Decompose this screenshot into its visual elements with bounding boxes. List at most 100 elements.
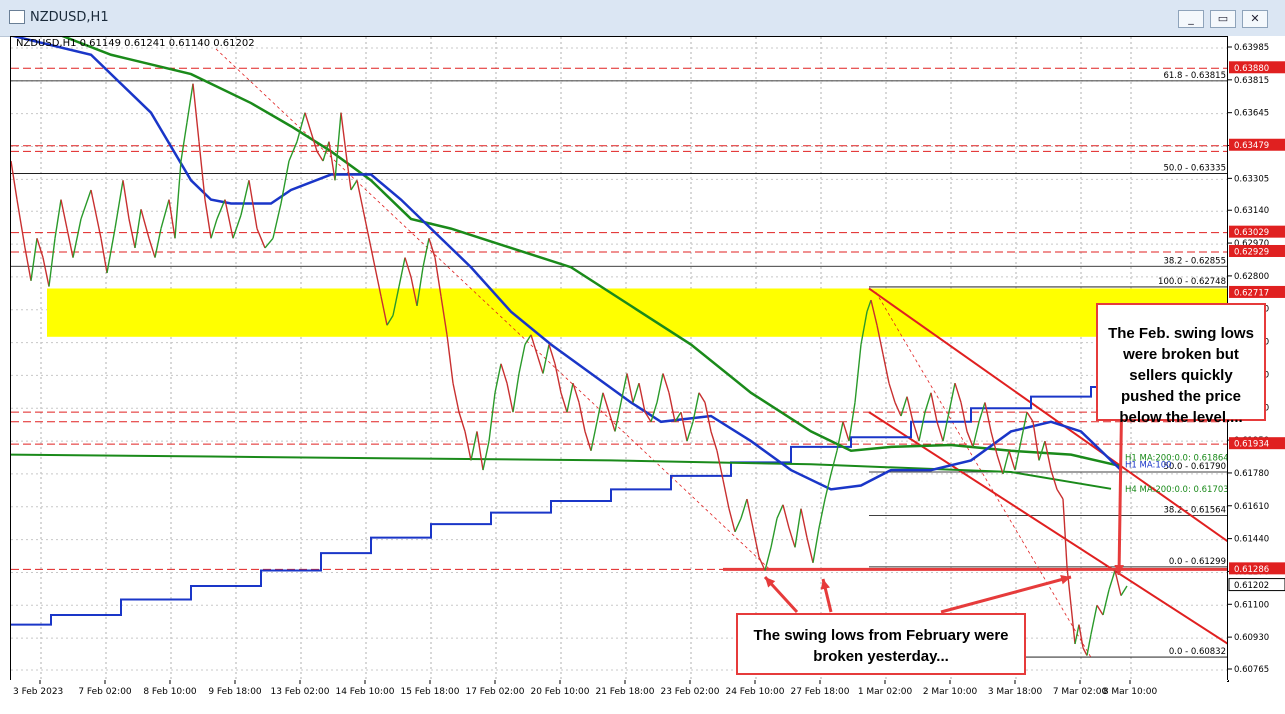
callout-line: The Feb. swing lows [1108, 325, 1254, 342]
price-segment [280, 160, 290, 204]
maximize-button[interactable]: ▭ [1210, 10, 1236, 28]
price-segment [470, 431, 478, 461]
price-segment [512, 373, 520, 413]
callout-line: were broken but [1123, 346, 1239, 363]
minimize-button[interactable]: _ [1178, 10, 1204, 28]
window-title: NZDUSD,H1 [30, 10, 109, 25]
time-tick-label: 15 Feb 18:00 [400, 687, 459, 697]
price-tag-label: 0.63029 [1234, 228, 1269, 238]
price-segment [900, 396, 908, 417]
price-segment [656, 373, 664, 403]
price-segment [134, 209, 142, 249]
price-segment [36, 238, 44, 258]
price-segment [1062, 499, 1068, 567]
price-segment [722, 479, 730, 509]
price-segment [240, 180, 250, 216]
price-segment [966, 431, 974, 448]
symbol-ohlc-label: NZDUSD,H1 0.61149 0.61241 0.61140 0.6120… [16, 38, 255, 49]
price-segment [1120, 585, 1128, 596]
price-segment [398, 257, 406, 287]
price-segment [1066, 566, 1072, 606]
price-segment [1090, 605, 1098, 635]
time-axis[interactable]: 3 Feb 2023 7 Feb 02:00 8 Feb 10:00 9 Feb 18… [10, 680, 1227, 710]
price-segment [114, 180, 124, 229]
price-segment [842, 421, 850, 442]
price-segment [590, 421, 598, 451]
price-segment [368, 238, 376, 268]
price-segment [122, 180, 130, 220]
h4-ma-blue-line [11, 377, 1122, 626]
price-segment [972, 421, 980, 448]
price-segment [1044, 440, 1052, 471]
price-tick-label: 0.60765 [1234, 665, 1269, 675]
price-segment [788, 527, 796, 548]
resistance-zone [47, 288, 1228, 337]
price-tick-label: 0.63140 [1234, 206, 1269, 216]
arrow-feb-low-3 [940, 575, 1072, 614]
price-segment [316, 150, 324, 162]
price-segment [1002, 450, 1010, 475]
time-tick-label: 14 Feb 10:00 [335, 687, 394, 697]
price-segment [42, 257, 50, 287]
price-segment [48, 238, 56, 287]
price-tick-label: 0.61780 [1234, 469, 1269, 479]
callout-line: The swing lows from February were [753, 627, 1009, 644]
price-segment [770, 518, 778, 548]
price-segment [186, 83, 194, 123]
price-segment [422, 238, 430, 268]
price-segment [476, 431, 484, 471]
price-segment [668, 392, 676, 422]
chart-area[interactable]: 61.8 - 0.63815 50.0 - 0.63335 38.2 - 0.628… [10, 36, 1229, 682]
price-segment [350, 179, 358, 191]
price-segment [334, 112, 342, 181]
fib-level-label: 100.0 - 0.62748 [1158, 277, 1226, 287]
price-segment [1014, 440, 1022, 471]
price-segment [90, 189, 102, 239]
fib-level-label: 38.2 - 0.62855 [1163, 256, 1226, 266]
price-segment [812, 527, 820, 563]
price-segment [728, 508, 736, 533]
time-tick-label: 20 Feb 10:00 [530, 687, 589, 697]
price-segment [232, 214, 242, 239]
price-segment [24, 247, 32, 281]
price-tag-label: 0.63479 [1234, 141, 1269, 151]
price-segment [488, 392, 496, 442]
time-tick-label: 8 Mar 10:00 [1103, 687, 1158, 697]
price-segment [464, 431, 472, 461]
fib-level-label: 50.0 - 0.63335 [1163, 164, 1226, 174]
time-tick-label: 8 Feb 10:00 [143, 687, 197, 697]
callout-line: below the level.... [1119, 409, 1243, 426]
price-chart[interactable]: 61.8 - 0.63815 50.0 - 0.63335 38.2 - 0.628… [11, 37, 1228, 681]
price-segment [854, 344, 862, 403]
price-segment [806, 537, 814, 563]
price-segment [746, 498, 754, 529]
ma-label: H4 MA:200:0.0: 0.61703 [1125, 485, 1228, 495]
price-segment [428, 238, 436, 258]
price-segment [80, 189, 92, 220]
price-segment [180, 122, 188, 162]
time-tick-label: 24 Feb 10:00 [725, 687, 784, 697]
price-segment [1074, 624, 1080, 645]
price-tick-label: 0.63305 [1234, 174, 1269, 184]
time-tick-label: 17 Feb 02:00 [465, 687, 524, 697]
price-tick-label: 0.62800 [1234, 272, 1269, 282]
price-segment [192, 83, 200, 142]
price-tick-label: 0.61440 [1234, 535, 1269, 545]
callout-line: pushed the price [1120, 388, 1242, 405]
chart-window-icon [9, 10, 25, 24]
price-tick-label: 0.61610 [1234, 502, 1269, 512]
price-segment [662, 373, 670, 394]
price-tick-label: 0.61100 [1234, 600, 1269, 610]
price-segment [632, 382, 640, 403]
price-segment [734, 518, 742, 533]
price-segment [560, 392, 568, 413]
close-button[interactable]: ✕ [1242, 10, 1268, 28]
time-tick-label: 7 Feb 02:00 [78, 687, 132, 697]
price-segment [572, 382, 580, 403]
time-tick-label: 7 Mar 02:00 [1053, 687, 1108, 697]
time-tick-label: 13 Feb 02:00 [270, 687, 329, 697]
price-segment [304, 112, 312, 133]
price-segment [1008, 450, 1016, 471]
price-segment [960, 402, 968, 432]
price-segment [888, 382, 896, 403]
